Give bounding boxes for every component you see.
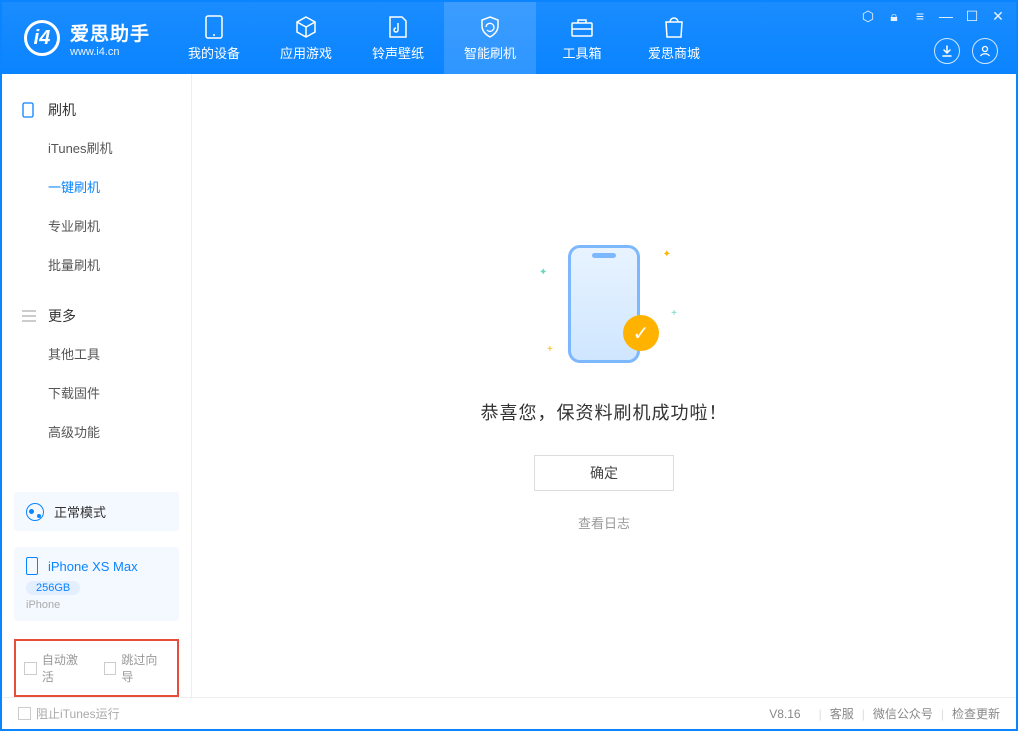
device-info-box[interactable]: iPhone XS Max 256GB iPhone: [14, 547, 179, 621]
header-right-icons: [934, 38, 998, 64]
menu-icon[interactable]: ≡: [912, 8, 928, 25]
highlighted-options-box: 自动激活 跳过向导: [14, 639, 179, 697]
tab-label: 爱思商城: [648, 43, 700, 62]
device-name: iPhone XS Max: [48, 559, 138, 574]
sparkle-icon: ✦: [663, 249, 671, 260]
storage-badge: 256GB: [26, 581, 80, 595]
sidebar-section-flash: 刷机: [2, 92, 191, 128]
app-name: 爱思助手: [70, 19, 150, 46]
app-logo-icon: i4: [24, 20, 60, 56]
checkbox-icon: [18, 707, 31, 720]
link-service[interactable]: 客服: [830, 705, 854, 722]
window-controls: ⬡ 🔒︎ ≡ — ☐ ✕: [860, 8, 1006, 25]
lock-icon[interactable]: 🔒︎: [886, 8, 902, 25]
sidebar-item-oneclick-flash[interactable]: 一键刷机: [2, 167, 191, 206]
success-message: 恭喜您，保资料刷机成功啦！: [481, 399, 728, 425]
view-log-link[interactable]: 查看日志: [578, 513, 630, 532]
checkbox-block-itunes[interactable]: 阻止iTunes运行: [18, 705, 120, 722]
section-title: 刷机: [48, 100, 76, 120]
user-icon: [978, 44, 992, 58]
check-badge-icon: ✓: [623, 315, 659, 351]
phone-small-icon: [26, 557, 38, 575]
header-bar: i4 爱思助手 www.i4.cn 我的设备 应用游戏 铃声壁纸 智能刷机: [2, 2, 1016, 74]
body: 刷机 iTunes刷机 一键刷机 专业刷机 批量刷机 更多 其他工具 下载固件 …: [2, 74, 1016, 697]
tab-label: 应用游戏: [280, 43, 332, 62]
sidebar-section-more: 更多: [2, 298, 191, 334]
app-url: www.i4.cn: [70, 46, 150, 58]
checkbox-label: 自动激活: [42, 651, 90, 685]
separator: |: [862, 707, 865, 721]
sidebar-item-download-firmware[interactable]: 下载固件: [2, 373, 191, 412]
footer-bar: 阻止iTunes运行 V8.16 | 客服 | 微信公众号 | 检查更新: [2, 697, 1016, 729]
music-file-icon: [386, 15, 410, 39]
sidebar-content: 刷机 iTunes刷机 一键刷机 专业刷机 批量刷机 更多 其他工具 下载固件 …: [2, 74, 191, 484]
link-wechat[interactable]: 微信公众号: [873, 705, 933, 722]
checkbox-icon: [104, 662, 117, 675]
app-title-block: 爱思助手 www.i4.cn: [70, 19, 150, 58]
tab-smart-flash[interactable]: 智能刷机: [444, 2, 536, 74]
sparkle-icon: +: [547, 344, 553, 355]
list-icon: [22, 310, 38, 322]
shopping-bag-icon: [662, 15, 686, 39]
checkbox-label: 阻止iTunes运行: [36, 705, 120, 722]
sidebar-item-batch-flash[interactable]: 批量刷机: [2, 245, 191, 284]
tab-label: 智能刷机: [464, 43, 516, 62]
main-content: ✓ ✦ ✦ + + 恭喜您，保资料刷机成功啦！ 确定 查看日志: [192, 74, 1016, 697]
separator: |: [941, 707, 944, 721]
tab-apps-games[interactable]: 应用游戏: [260, 2, 352, 74]
tab-toolbox[interactable]: 工具箱: [536, 2, 628, 74]
tab-my-device[interactable]: 我的设备: [168, 2, 260, 74]
checkbox-skip-guide[interactable]: 跳过向导: [104, 651, 170, 685]
checkbox-label: 跳过向导: [121, 651, 169, 685]
link-update[interactable]: 检查更新: [952, 705, 1000, 722]
phone-icon: [202, 15, 226, 39]
tab-label: 铃声壁纸: [372, 43, 424, 62]
checkbox-icon: [24, 662, 37, 675]
device-name-row: iPhone XS Max: [26, 557, 167, 575]
tab-label: 我的设备: [188, 43, 240, 62]
device-small-icon: [22, 102, 38, 118]
toolbox-icon: [570, 15, 594, 39]
separator: |: [819, 707, 822, 721]
tab-ringtone-wallpaper[interactable]: 铃声壁纸: [352, 2, 444, 74]
device-mode-box[interactable]: 正常模式: [14, 492, 179, 531]
mode-label: 正常模式: [54, 502, 106, 521]
sidebar-item-advanced[interactable]: 高级功能: [2, 412, 191, 451]
shirt-icon[interactable]: ⬡: [860, 8, 876, 25]
maximize-icon[interactable]: ☐: [964, 8, 980, 25]
ok-button[interactable]: 确定: [534, 455, 674, 491]
mode-icon: [26, 503, 44, 521]
tab-store[interactable]: 爱思商城: [628, 2, 720, 74]
sidebar-item-pro-flash[interactable]: 专业刷机: [2, 206, 191, 245]
sidebar-item-other-tools[interactable]: 其他工具: [2, 334, 191, 373]
download-button[interactable]: [934, 38, 960, 64]
tab-label: 工具箱: [563, 43, 602, 62]
minimize-icon[interactable]: —: [938, 8, 954, 25]
app-window: i4 爱思助手 www.i4.cn 我的设备 应用游戏 铃声壁纸 智能刷机: [0, 0, 1018, 731]
close-icon[interactable]: ✕: [990, 8, 1006, 25]
device-model: iPhone: [26, 599, 167, 611]
download-icon: [940, 44, 954, 58]
section-title: 更多: [48, 306, 76, 326]
sparkle-icon: ✦: [539, 267, 547, 278]
footer-right: V8.16 | 客服 | 微信公众号 | 检查更新: [769, 705, 1000, 722]
user-button[interactable]: [972, 38, 998, 64]
version-label: V8.16: [769, 707, 800, 721]
success-illustration: ✓ ✦ ✦ + +: [529, 239, 679, 369]
shield-refresh-icon: [478, 15, 502, 39]
sidebar-item-itunes-flash[interactable]: iTunes刷机: [2, 128, 191, 167]
sidebar: 刷机 iTunes刷机 一键刷机 专业刷机 批量刷机 更多 其他工具 下载固件 …: [2, 74, 192, 697]
checkbox-auto-activate[interactable]: 自动激活: [24, 651, 90, 685]
sparkle-icon: +: [671, 308, 677, 319]
logo-area: i4 爱思助手 www.i4.cn: [2, 2, 168, 74]
cube-icon: [294, 15, 318, 39]
